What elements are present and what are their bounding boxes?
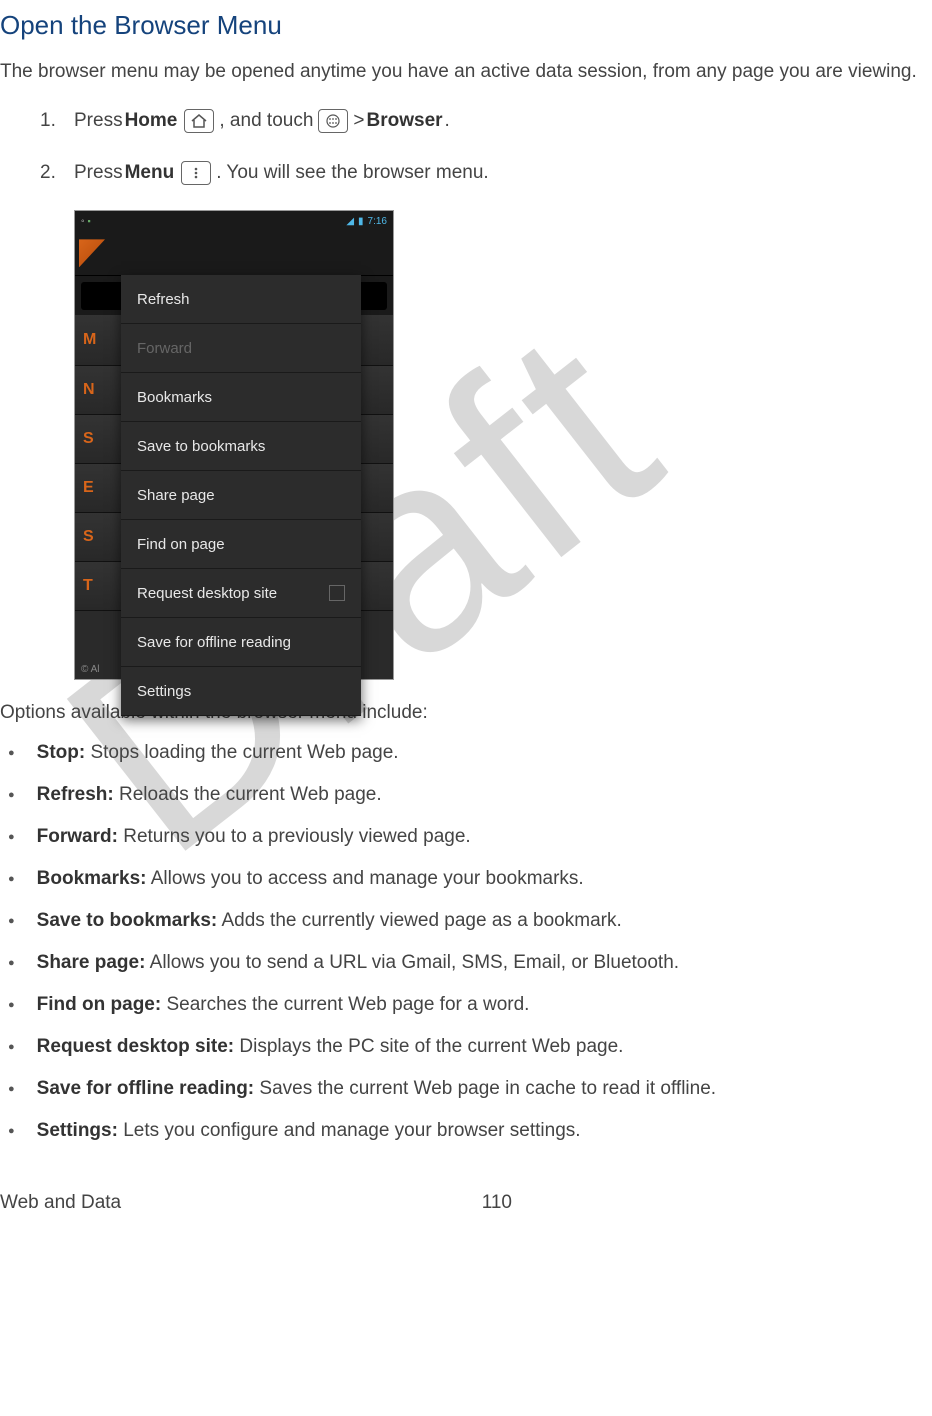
step-bold-text: Menu: [125, 158, 175, 188]
android-icon: ▪: [88, 216, 91, 226]
option-item: Settings: Lets you configure and manage …: [0, 1120, 932, 1142]
checkbox-icon[interactable]: [329, 585, 345, 601]
menu-item[interactable]: Refresh: [121, 275, 361, 324]
option-label: Save to bookmarks:: [37, 910, 218, 931]
menu-item-label: Request desktop site: [137, 585, 277, 602]
option-item: Save for offline reading: Saves the curr…: [0, 1078, 932, 1100]
step-bold-text: Home: [125, 106, 178, 136]
option-description: Reloads the current Web page.: [114, 784, 382, 805]
menu-item[interactable]: Settings: [121, 667, 361, 716]
option-label: Share page:: [37, 952, 146, 973]
option-description: Adds the currently viewed page as a book…: [217, 910, 622, 931]
option-label: Settings:: [37, 1120, 118, 1141]
option-label: Stop:: [37, 742, 86, 763]
option-description: Allows you to send a URL via Gmail, SMS,…: [145, 952, 679, 973]
browser-menu-popup: Refresh Forward Bookmarks Save to bookmarks…: [121, 275, 361, 716]
option-description: Displays the PC site of the current Web …: [234, 1036, 623, 1057]
menu-icon: [181, 161, 211, 185]
menu-item[interactable]: Share page: [121, 471, 361, 520]
step-body: Press Menu . You will see the browser me…: [74, 158, 489, 188]
option-label: Bookmarks:: [37, 868, 147, 889]
menu-item[interactable]: Save to bookmarks: [121, 422, 361, 471]
option-item: Save to bookmarks: Adds the currently vi…: [0, 910, 932, 932]
step-text: >: [353, 106, 364, 136]
option-description: Lets you configure and manage your brows…: [118, 1120, 581, 1141]
option-description: Allows you to access and manage your boo…: [146, 868, 583, 889]
option-label: Save for offline reading:: [37, 1078, 254, 1099]
option-item: Refresh: Reloads the current Web page.: [0, 784, 932, 806]
status-time: 7:16: [368, 216, 387, 227]
menu-item[interactable]: Bookmarks: [121, 373, 361, 422]
copyright-text: © Al: [81, 664, 100, 675]
status-bar: ◦ ▪ ◢ ▮ 7:16: [75, 211, 393, 231]
section-heading: Open the Browser Menu: [0, 10, 932, 41]
step-text: Press: [74, 106, 123, 136]
menu-item-label: Share page: [137, 487, 215, 504]
menu-item-label: Bookmarks: [137, 389, 212, 406]
menu-item-label: Refresh: [137, 291, 190, 308]
option-description: Saves the current Web page in cache to r…: [254, 1078, 716, 1099]
battery-icon: ▮: [358, 216, 364, 227]
menu-item-label: Find on page: [137, 536, 225, 553]
step-number: 1.: [40, 106, 74, 136]
status-right: ◢ ▮ 7:16: [346, 216, 387, 227]
menu-item-label: Forward: [137, 340, 192, 357]
status-dot-icon: ◦: [81, 216, 85, 227]
intro-paragraph: The browser menu may be opened anytime y…: [0, 59, 932, 86]
menu-item-label: Save for offline reading: [137, 634, 291, 651]
status-left: ◦ ▪: [81, 216, 91, 227]
menu-item[interactable]: Save for offline reading: [121, 618, 361, 667]
page-footer: Web and Data 110: [0, 1192, 932, 1214]
footer-section: Web and Data: [0, 1192, 121, 1214]
menu-item-label: Save to bookmarks: [137, 438, 265, 455]
step-text: . You will see the browser menu.: [216, 158, 489, 188]
option-description: Returns you to a previously viewed page.: [118, 826, 471, 847]
step-body: Press Home , and touch > Browser.: [74, 106, 450, 136]
menu-item[interactable]: Request desktop site: [121, 569, 361, 618]
option-description: Stops loading the current Web page.: [85, 742, 398, 763]
option-item: Request desktop site: Displays the PC si…: [0, 1036, 932, 1058]
signal-icon: ◢: [346, 216, 354, 227]
step-item: 1.Press Home , and touch > Browser.: [40, 106, 932, 136]
menu-item[interactable]: Forward: [121, 324, 361, 373]
option-item: Forward: Returns you to a previously vie…: [0, 826, 932, 848]
option-item: Find on page: Searches the current Web p…: [0, 994, 932, 1016]
apps-icon: [318, 109, 348, 133]
footer-page-number: 110: [482, 1192, 512, 1214]
step-bold-text: Browser: [367, 106, 443, 136]
home-icon: [184, 109, 214, 133]
tab-corner-icon: [79, 239, 105, 267]
option-label: Request desktop site:: [37, 1036, 234, 1057]
step-text: Press: [74, 158, 123, 188]
options-list: Stop: Stops loading the current Web page…: [0, 742, 932, 1142]
step-number: 2.: [40, 158, 74, 188]
browser-tab-header: [75, 231, 393, 276]
option-label: Refresh:: [37, 784, 114, 805]
phone-screenshot: ◦ ▪ ◢ ▮ 7:16 MNSEST RefreshForwardBookma…: [74, 210, 394, 680]
option-label: Forward:: [37, 826, 118, 847]
option-label: Find on page:: [37, 994, 162, 1015]
menu-item[interactable]: Find on page: [121, 520, 361, 569]
step-text: , and touch: [219, 106, 313, 136]
option-description: Searches the current Web page for a word…: [161, 994, 529, 1015]
step-item: 2.Press Menu . You will see the browser …: [40, 158, 932, 188]
steps-list: 1.Press Home , and touch > Browser.2.Pre…: [0, 106, 932, 189]
menu-item-label: Settings: [137, 683, 191, 700]
option-item: Bookmarks: Allows you to access and mana…: [0, 868, 932, 890]
option-item: Stop: Stops loading the current Web page…: [0, 742, 932, 764]
step-text: .: [445, 106, 450, 136]
option-item: Share page: Allows you to send a URL via…: [0, 952, 932, 974]
